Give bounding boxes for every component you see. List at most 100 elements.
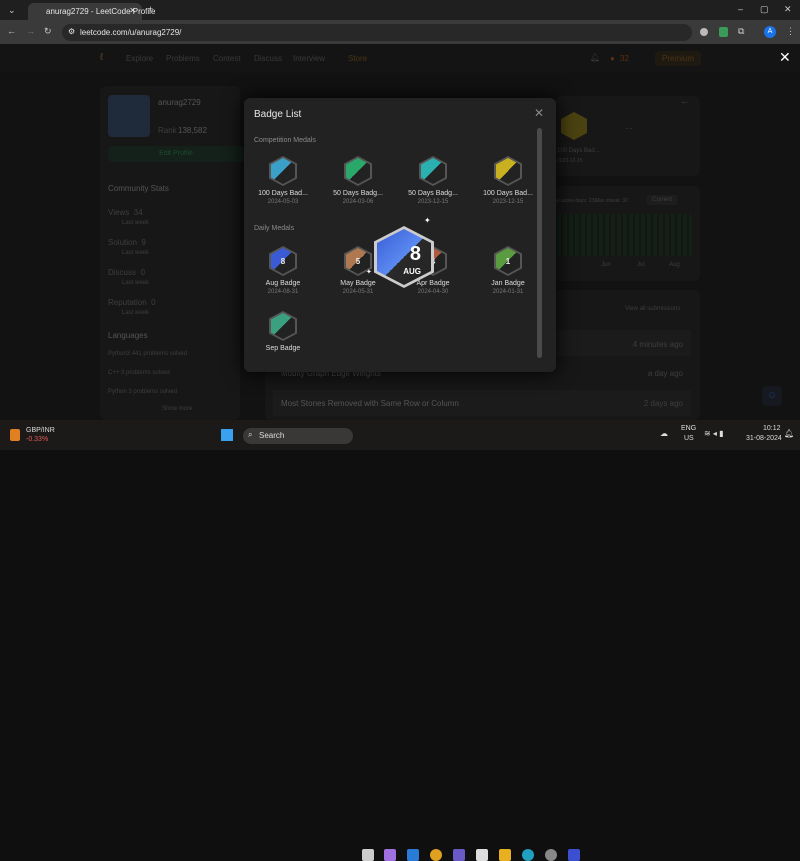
weather-cloud-icon[interactable]: ☁ — [660, 429, 668, 438]
feedback-icon[interactable]: ☺ — [762, 386, 782, 406]
close-modal-icon[interactable]: ✕ — [534, 106, 544, 120]
chrome-icon[interactable] — [430, 849, 442, 861]
close-window-icon[interactable]: ✕ — [784, 4, 792, 15]
year-select[interactable]: Current — [647, 195, 678, 205]
badge-list-modal: Badge List ✕ Competition Medals Daily Me… — [244, 98, 556, 372]
premium-button[interactable]: Premium — [655, 51, 702, 66]
badge-date: 2024-05-31 — [342, 289, 374, 295]
nav-explore[interactable]: Explore — [126, 54, 153, 63]
badge-name: May Badge — [340, 280, 376, 287]
wifi-volume-battery-icon[interactable]: ≋ ◂ ▮ — [704, 429, 724, 438]
rank-value: 138,582 — [178, 126, 207, 135]
badge-item[interactable]: 1 Jan Badge 2024-01-31 — [473, 246, 543, 295]
maximize-icon[interactable]: ▢ — [760, 4, 769, 15]
language-indicator[interactable]: ENG — [681, 425, 696, 432]
nav-store[interactable]: Store — [348, 54, 367, 63]
bg-badge-date: 2023-12-15 — [557, 158, 583, 164]
daily-medals-label: Daily Medals — [254, 225, 295, 232]
badge-date: 2024-08-31 — [267, 289, 299, 295]
view-all-submissions-link[interactable]: View all submissions — [625, 306, 680, 312]
vscode-icon[interactable] — [407, 849, 419, 861]
badge-item[interactable]: 50 Days Badg... 2024-03-06 — [323, 156, 393, 205]
clock-date: 31-08-2024 — [746, 435, 782, 442]
nav-discuss[interactable]: Discuss — [254, 54, 282, 63]
scrollbar[interactable] — [537, 128, 542, 358]
stat-views: Views 34 Last week — [108, 208, 150, 226]
submission-row[interactable]: Most Stones Removed with Same Row or Col… — [273, 390, 691, 416]
badge-item[interactable]: 100 Days Bad... 2023-12-15 — [473, 156, 543, 205]
notification-bell-icon[interactable]: 🔔︎ — [590, 53, 600, 62]
languages-title: Languages — [108, 331, 148, 340]
badge-medal-icon: 8 — [269, 246, 297, 276]
taskbar-search[interactable]: ⌕ Search — [243, 428, 353, 444]
tab-search-icon[interactable]: ⌄ — [8, 5, 16, 16]
clock-time[interactable]: 10:12 — [763, 425, 781, 432]
featured-badge-number: 8 — [409, 243, 421, 265]
max-streak: Max streak: 32 — [595, 198, 628, 204]
sparkle-icon: ✦ — [366, 269, 372, 276]
stock-name[interactable]: GBP/INR — [26, 427, 55, 434]
profile-avatar-icon[interactable]: A — [764, 26, 776, 38]
stock-change: -0.33% — [26, 436, 49, 443]
sparkle-icon: ✦ — [424, 216, 431, 225]
stock-widget-icon[interactable] — [10, 429, 20, 441]
extension-shield-icon[interactable] — [719, 27, 728, 37]
new-tab-icon[interactable]: + — [148, 4, 153, 14]
badge-name: Jan Badge — [491, 280, 525, 287]
back-arrow-icon[interactable]: ← — [680, 96, 690, 107]
badge-item[interactable]: 100 Days Bad... 2024-05-03 — [248, 156, 318, 205]
calendar-card-bg: Total active days: 231 Max streak: 32 Cu… — [549, 186, 700, 281]
site-nav: ℓ Explore Problems Contest Discuss Inter… — [0, 44, 800, 72]
badge-name: Sep Badge — [265, 345, 301, 352]
file-explorer-icon[interactable] — [499, 849, 511, 861]
windows-start-icon[interactable] — [221, 429, 233, 441]
minimize-icon[interactable]: – — [738, 4, 743, 14]
badge-medal-icon — [269, 156, 297, 186]
edge-icon[interactable] — [522, 849, 534, 861]
edit-profile-button[interactable]: Edit Profile — [108, 146, 244, 162]
profile-card: anurag2729 Rank 138,582 Edit Profile Com… — [100, 86, 244, 420]
tab-title: anurag2729 - LeetCode Profile — [46, 7, 156, 16]
reload-icon[interactable]: ↻ — [44, 26, 52, 37]
badge-name: Aug Badge — [265, 280, 301, 287]
close-tab-icon[interactable]: ✕ — [129, 6, 136, 15]
menu-icon[interactable]: ⋮ — [786, 26, 795, 37]
extensions-puzzle-icon[interactable]: ⧉ — [738, 26, 744, 37]
badge-item[interactable]: 50 Days Badg... 2023-12-15 — [398, 156, 468, 205]
badge-date: 2023-12-15 — [492, 199, 524, 205]
extension-icon[interactable] — [700, 28, 708, 36]
nav-problems[interactable]: Problems — [166, 54, 200, 63]
copilot-icon[interactable] — [384, 849, 396, 861]
notification-icon[interactable]: 🔔︎ — [784, 429, 794, 438]
task-view-icon[interactable] — [362, 849, 374, 861]
badges-card-bg: 100 Days Bad... 2023-12-15 ⋯ ← — [555, 96, 700, 176]
back-icon[interactable]: ← — [7, 26, 16, 36]
community-title: Community Stats — [108, 184, 169, 193]
month-label: Jul — [637, 262, 645, 268]
badge-item[interactable]: 8 Aug Badge 2024-08-31 — [248, 246, 318, 295]
badge-date: 2023-12-15 — [417, 199, 449, 205]
leetcode-logo-icon[interactable]: ℓ — [100, 52, 103, 63]
streak-count[interactable]: 32 — [620, 54, 629, 63]
show-more-link[interactable]: Show more — [162, 406, 192, 412]
badge-medal-icon — [494, 156, 522, 186]
tab-strip: ⌄ anurag2729 - LeetCode Profile ✕ + – ▢ ✕ — [0, 0, 800, 20]
close-overlay-icon[interactable]: ✕ — [779, 49, 791, 66]
more-badges-icon[interactable]: ⋯ — [625, 124, 633, 133]
tab-active[interactable]: anurag2729 - LeetCode Profile ✕ — [28, 3, 155, 20]
site-info-icon[interactable]: ⚙ — [68, 27, 75, 36]
search-icon: ⌕ — [248, 430, 253, 439]
nav-contest[interactable]: Contest — [213, 54, 241, 63]
store-icon[interactable] — [476, 849, 488, 861]
app-icon[interactable] — [568, 849, 580, 861]
nav-interview[interactable]: Interview — [293, 54, 325, 63]
badge-medal-icon — [269, 311, 297, 341]
url-bar[interactable]: ⚙ leetcode.com/u/anurag2729/ — [62, 24, 692, 41]
badge-item[interactable]: Sep Badge — [248, 311, 318, 352]
teams-icon[interactable] — [453, 849, 465, 861]
language-row: Python3 441 problems solved — [108, 351, 188, 357]
badge-name: 50 Days Badg... — [408, 190, 458, 197]
forward-icon[interactable]: → — [26, 26, 35, 36]
app-icon[interactable] — [545, 849, 557, 861]
featured-badge-month: AUG — [403, 267, 421, 276]
